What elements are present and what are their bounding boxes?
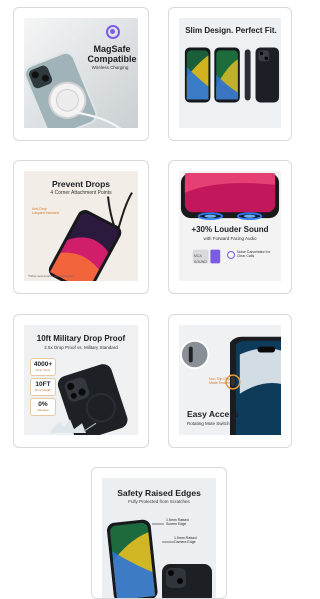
- card-subtitle: 4 Corner Attachment Points: [50, 190, 112, 196]
- product-card-easy-access[interactable]: Non-Slip Grip Matte Texture Easy Access …: [168, 314, 292, 448]
- callout-label: Non-Slip Grip Matte Texture: [209, 377, 231, 385]
- card-image: Safety Raised Edges Fully Protected from…: [102, 478, 216, 598]
- product-card-drop-proof[interactable]: 10ft Military Drop Proof 2.5x Drop Proof…: [13, 314, 149, 448]
- card-subtitle: Wireless Charging: [91, 65, 129, 70]
- callout-camera-edge: 1.5mm Raised Camera Edge: [174, 536, 197, 544]
- card-title: +30% Louder Sound: [191, 225, 269, 234]
- card-title: 10ft Military Drop Proof: [36, 334, 126, 343]
- row-label-mca: MCA: [194, 254, 202, 258]
- card-subtitle: 2.5x Drop Proof vs. Military Standard: [44, 345, 118, 350]
- footnote: *Other accessories sold separately: [28, 274, 75, 278]
- callout-label: Anti-Drop Lanyard Included: [32, 207, 59, 215]
- card-subtitle: with Forward Facing Audio: [203, 236, 257, 241]
- stat-label: Damage: [37, 408, 49, 412]
- product-card-magsafe[interactable]: MagSafe Compatible Wireless Charging: [13, 7, 149, 141]
- stat-label: Drop Tests: [35, 368, 51, 372]
- stat-box: 0% Damage: [30, 398, 56, 416]
- badge-label: Noise Cancelation for Clear Calls: [237, 250, 271, 258]
- card-title: Easy Access: [187, 409, 239, 419]
- product-card-raised-edges[interactable]: Safety Raised Edges Fully Protected from…: [91, 467, 227, 599]
- card-image: Non-Slip Grip Matte Texture Easy Access …: [179, 325, 281, 435]
- card-title-line2: Compatible: [87, 54, 137, 64]
- card-subtitle: Fully Protected from Scratches: [128, 499, 190, 504]
- card-title: Slim Design. Perfect Fit.: [185, 26, 277, 35]
- card-image: Slim Design. Perfect Fit.: [179, 18, 281, 128]
- row-label-sound: SOUND: [194, 260, 207, 264]
- stat-box: 10FT Drop Height: [30, 378, 56, 396]
- product-card-prevent-drops[interactable]: Prevent Drops 4 Corner Attachment Points…: [13, 160, 149, 294]
- card-image: 10ft Military Drop Proof 2.5x Drop Proof…: [24, 325, 138, 435]
- stat-value: 0%: [38, 401, 48, 408]
- product-card-louder-sound[interactable]: +30% Louder Sound with Forward Facing Au…: [168, 160, 292, 294]
- noise-cancel-icon: [227, 251, 235, 259]
- product-card-slim-design[interactable]: Slim Design. Perfect Fit.: [168, 7, 292, 141]
- stat-value: 4000+: [33, 361, 53, 368]
- magsafe-icon: [106, 25, 120, 39]
- stat-label: Drop Height: [34, 388, 51, 392]
- card-title: MagSafe: [93, 44, 131, 54]
- card-subtitle: Rotating Mute Switch: [187, 421, 230, 426]
- stat-value: 10FT: [35, 381, 51, 388]
- card-title: Prevent Drops: [51, 179, 111, 189]
- card-image: Prevent Drops 4 Corner Attachment Points…: [24, 171, 138, 281]
- card-image: +30% Louder Sound with Forward Facing Au…: [179, 171, 281, 281]
- callout-screen-edge: 1.5mm Raised Screen Edge: [166, 518, 189, 526]
- stat-box: 4000+ Drop Tests: [30, 358, 56, 376]
- card-title: Safety Raised Edges: [117, 488, 201, 498]
- card-image: MagSafe Compatible Wireless Charging: [24, 18, 138, 128]
